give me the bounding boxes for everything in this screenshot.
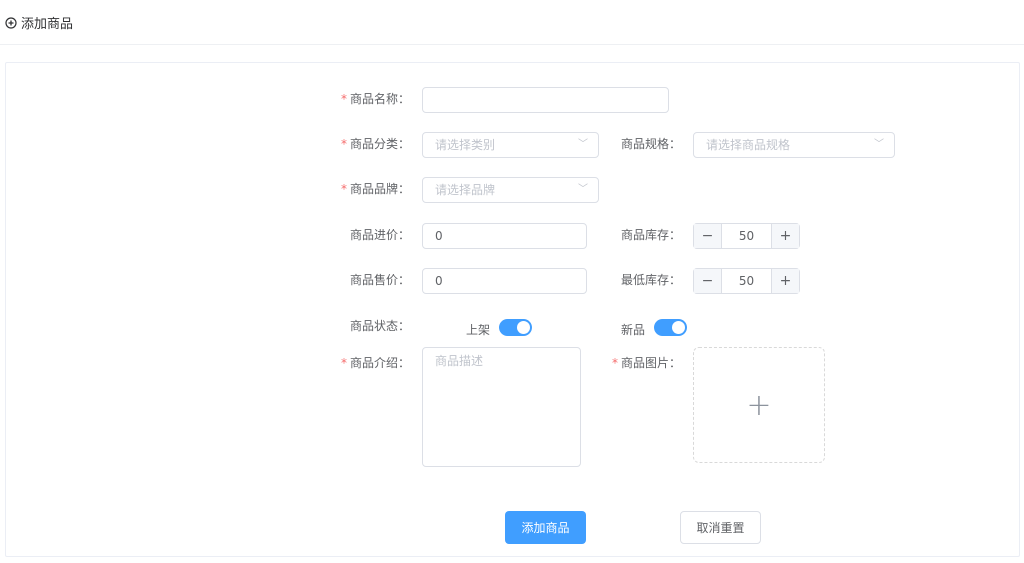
on-shelf-label: 上架 xyxy=(466,323,491,337)
stock-value[interactable]: 50 xyxy=(721,224,772,248)
reset-button[interactable]: 取消重置 xyxy=(680,511,761,544)
image-label: * 商品图片： xyxy=(611,356,681,370)
name-label: * 商品名称： xyxy=(340,92,410,106)
spec-label: 商品规格： xyxy=(620,137,681,151)
spec-select[interactable]: 请选择商品规格 ﹀ xyxy=(693,132,895,158)
min-stock-stepper: − 50 + xyxy=(693,268,800,294)
cost-label: 商品进价： xyxy=(349,228,410,242)
chevron-down-icon: ﹀ xyxy=(578,184,588,195)
chevron-down-icon: ﹀ xyxy=(874,139,884,150)
image-upload[interactable]: + xyxy=(693,347,825,463)
product-name-input[interactable] xyxy=(422,87,669,113)
plus-circle-icon xyxy=(5,16,17,29)
page-header xyxy=(0,0,1024,45)
increment-button[interactable]: + xyxy=(772,269,799,293)
add-product-button[interactable]: 添加商品 xyxy=(505,511,586,544)
category-label: * 商品分类： xyxy=(340,137,410,151)
decrement-button[interactable]: − xyxy=(694,269,721,293)
min-stock-label: 最低库存： xyxy=(620,273,681,287)
new-switch[interactable] xyxy=(654,319,687,336)
new-label: 新品 xyxy=(621,323,646,337)
stock-stepper: − 50 + xyxy=(693,223,800,249)
price-label: 商品售价： xyxy=(349,273,410,287)
on-shelf-switch[interactable] xyxy=(499,319,532,336)
page-title: 添加商品 xyxy=(5,13,73,32)
plus-icon: + xyxy=(746,387,772,423)
description-textarea[interactable]: 商品描述 xyxy=(422,347,581,467)
decrement-button[interactable]: − xyxy=(694,224,721,248)
brand-select[interactable]: 请选择品牌 ﹀ xyxy=(422,177,599,203)
stock-label: 商品库存： xyxy=(620,228,681,242)
status-label: 商品状态： xyxy=(349,319,410,333)
desc-label: * 商品介绍： xyxy=(340,356,410,370)
min-stock-value[interactable]: 50 xyxy=(721,269,772,293)
increment-button[interactable]: + xyxy=(772,224,799,248)
brand-label: * 商品品牌： xyxy=(340,182,410,196)
